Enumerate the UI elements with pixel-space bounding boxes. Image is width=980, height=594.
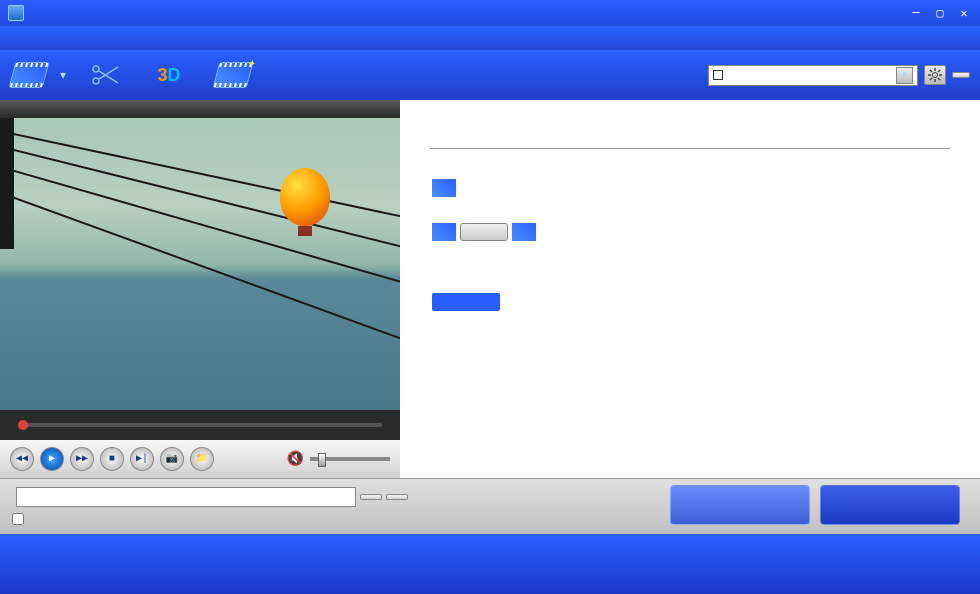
edit-icon: [512, 223, 536, 241]
profile-select[interactable]: ▼: [708, 65, 918, 86]
titlebar: ─ ▢ ✕: [0, 0, 980, 26]
snapshot-button[interactable]: 📷: [160, 447, 184, 471]
upgrade-button[interactable]: [670, 485, 810, 525]
3d-icon: 3D: [150, 58, 188, 92]
menubar: [0, 26, 980, 50]
convert-button[interactable]: [820, 485, 960, 525]
scissors-icon: [86, 58, 124, 92]
play-button[interactable]: ▶: [40, 447, 64, 471]
gear-icon: [928, 68, 942, 82]
film-icon: [10, 58, 48, 92]
dropdown-arrow-icon: ▾: [60, 68, 66, 82]
destination-input[interactable]: [16, 487, 356, 507]
folder-button[interactable]: 📁: [190, 447, 214, 471]
3d-badge-icon: [460, 223, 508, 241]
chevron-down-icon[interactable]: ▼: [896, 67, 913, 84]
footer: [0, 478, 980, 534]
app-icon: [8, 5, 24, 21]
volume-slider[interactable]: [310, 457, 390, 461]
step-button[interactable]: ▶|: [130, 447, 154, 471]
mute-icon[interactable]: 🔇: [287, 451, 304, 468]
format-icon: [713, 70, 723, 80]
film-icon: [432, 179, 456, 197]
bottom-bar: [0, 534, 980, 594]
balloon-graphic: [280, 168, 330, 226]
browse-button[interactable]: [360, 494, 382, 500]
content-area: ◀◀ ▶ ▶▶ ■ ▶| 📷 📁 🔇: [0, 100, 980, 478]
time-bar: [0, 410, 400, 440]
add-file-button[interactable]: ▾: [10, 58, 66, 92]
toolbar: ▾ 3D ✦ ▼: [0, 50, 980, 100]
film-icon: [432, 223, 456, 241]
prev-button[interactable]: ◀◀: [10, 447, 34, 471]
convert-mini-button: [432, 293, 500, 311]
apply-to-all-button[interactable]: [952, 72, 970, 78]
step-2: [430, 223, 950, 241]
step-4: [430, 293, 950, 311]
preview-image: [0, 118, 400, 410]
preview-panel: ◀◀ ▶ ▶▶ ■ ▶| 📷 📁 🔇: [0, 100, 400, 478]
edit-button[interactable]: ✦: [214, 58, 258, 92]
profile-area: ▼: [702, 65, 970, 86]
open-folder-button[interactable]: [386, 494, 408, 500]
stop-button[interactable]: ■: [100, 447, 124, 471]
edit-icon: ✦: [214, 58, 252, 92]
playback-controls: ◀◀ ▶ ▶▶ ■ ▶| 📷 📁 🔇: [0, 440, 400, 478]
next-button[interactable]: ▶▶: [70, 447, 94, 471]
clip-button[interactable]: [86, 58, 130, 92]
maximize-button[interactable]: ▢: [932, 6, 948, 20]
settings-button[interactable]: [924, 65, 946, 85]
seek-slider[interactable]: [18, 423, 382, 427]
merge-checkbox[interactable]: [12, 513, 24, 525]
preview-header: [0, 100, 400, 118]
close-button[interactable]: ✕: [956, 6, 972, 20]
step-1: [430, 179, 950, 197]
minimize-button[interactable]: ─: [908, 6, 924, 20]
getting-started-panel: [400, 100, 980, 478]
3d-button[interactable]: 3D: [150, 58, 194, 92]
